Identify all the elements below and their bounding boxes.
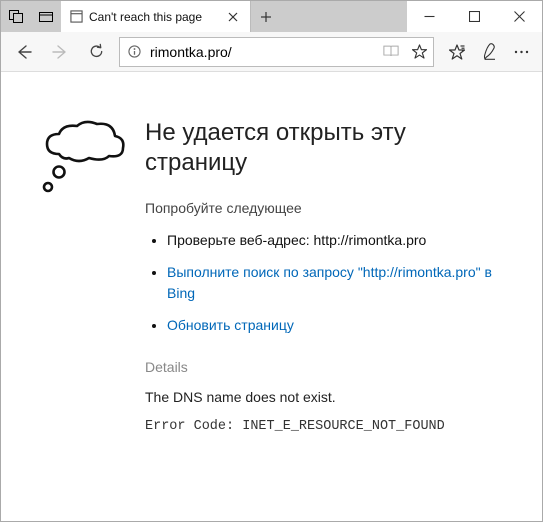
- title-bar: Can't reach this page: [1, 1, 542, 32]
- favorite-star-icon[interactable]: [405, 44, 433, 59]
- check-address-item: Проверьте веб-адрес: http://rimontka.pro: [167, 230, 512, 250]
- forward-button[interactable]: [43, 35, 77, 69]
- tabs-aside-button[interactable]: [1, 10, 31, 23]
- tab-preview-button[interactable]: [31, 12, 61, 22]
- error-page-content: Не удается открыть эту страницу Попробуй…: [1, 72, 542, 454]
- refresh-link[interactable]: Обновить страницу: [167, 317, 294, 333]
- page-icon: [69, 10, 83, 24]
- site-info-icon[interactable]: [120, 45, 148, 58]
- close-window-button[interactable]: [497, 1, 542, 32]
- window-controls: [407, 1, 542, 32]
- check-url: http://rimontka.pro: [314, 232, 427, 248]
- suggestion-list: Проверьте веб-адрес: http://rimontka.pro…: [145, 230, 512, 335]
- dns-message: The DNS name does not exist.: [145, 389, 512, 405]
- search-bing-item: Выполните поиск по запросу "http://rimon…: [167, 262, 512, 303]
- tab-close-button[interactable]: [224, 8, 242, 26]
- refresh-item: Обновить страницу: [167, 315, 512, 335]
- title-bar-left: [1, 1, 61, 32]
- error-text-area: Не удается открыть эту страницу Попробуй…: [145, 118, 512, 434]
- toolbar: rimontka.pro/: [1, 32, 542, 72]
- address-bar[interactable]: rimontka.pro/: [119, 37, 434, 67]
- error-heading: Не удается открыть эту страницу: [145, 118, 512, 178]
- tab-title: Can't reach this page: [89, 10, 218, 24]
- maximize-button[interactable]: [452, 1, 497, 32]
- url-text[interactable]: rimontka.pro/: [148, 44, 377, 60]
- notes-button[interactable]: [474, 35, 504, 69]
- try-label: Попробуйте следующее: [145, 200, 512, 216]
- error-code: Error Code: INET_E_RESOURCE_NOT_FOUND: [145, 419, 512, 434]
- details-label: Details: [145, 359, 512, 375]
- refresh-button[interactable]: [79, 35, 113, 69]
- check-prefix: Проверьте веб-адрес:: [167, 232, 314, 248]
- favorites-hub-button[interactable]: [442, 35, 472, 69]
- tab-strip: Can't reach this page: [61, 1, 407, 32]
- more-button[interactable]: [506, 35, 536, 69]
- minimize-button[interactable]: [407, 1, 452, 32]
- search-bing-link[interactable]: Выполните поиск по запросу "http://rimon…: [167, 264, 492, 300]
- reading-view-icon[interactable]: [377, 45, 405, 58]
- thought-cloud-icon: [35, 118, 127, 434]
- new-tab-button[interactable]: [251, 1, 281, 32]
- back-button[interactable]: [7, 35, 41, 69]
- browser-tab[interactable]: Can't reach this page: [61, 1, 251, 32]
